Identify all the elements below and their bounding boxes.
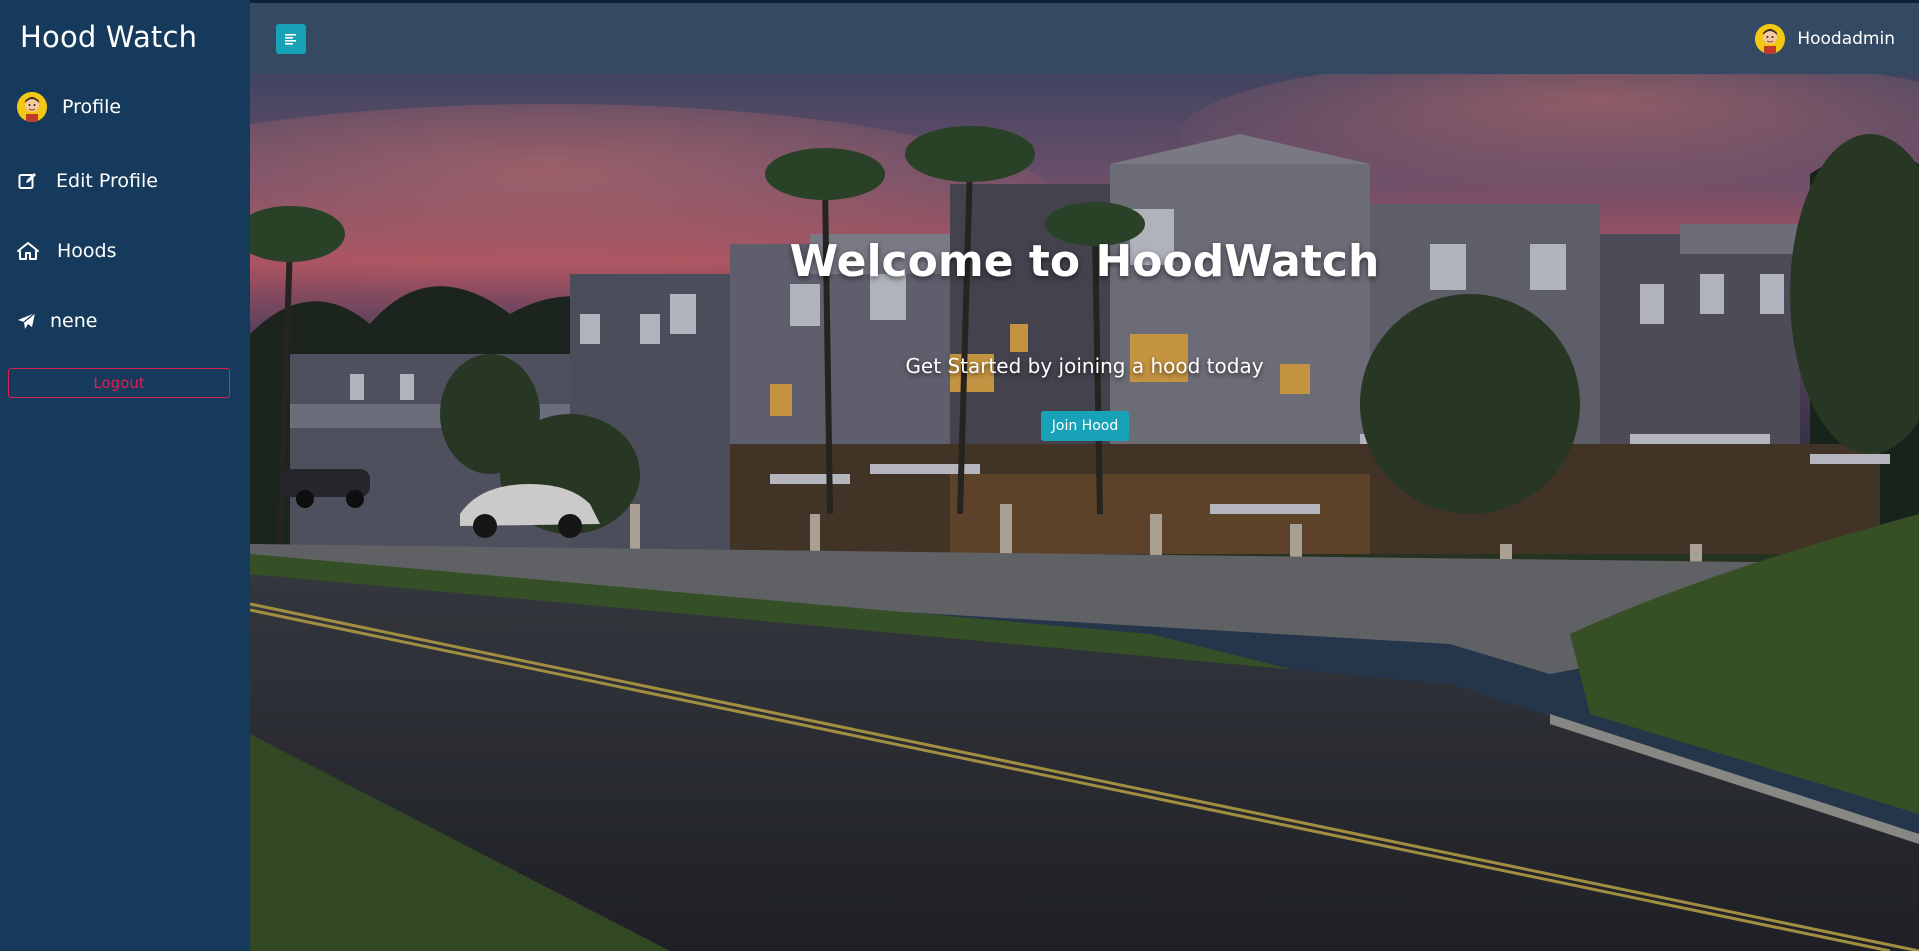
sidebar-toggle-button[interactable]: [276, 24, 306, 54]
logout-button[interactable]: Logout: [8, 368, 230, 398]
user-avatar: [1755, 24, 1786, 54]
hero-title: Welcome to HoodWatch: [789, 236, 1380, 287]
home-icon: [17, 242, 39, 260]
sidebar-item-hoods[interactable]: Hoods: [0, 227, 250, 275]
hero-subtitle: Get Started by joining a hood today: [905, 354, 1264, 378]
sidebar: Hood Watch Profile Edit Profile Hoods ne…: [0, 0, 250, 951]
sidebar-item-profile[interactable]: Profile: [0, 83, 250, 131]
brand-title: Hood Watch: [20, 20, 198, 54]
edit-icon: [18, 171, 38, 191]
sidebar-item-nene[interactable]: nene: [0, 297, 250, 345]
user-menu[interactable]: Hoodadmin: [1755, 24, 1895, 54]
menu-lines-icon: [284, 30, 298, 49]
sidebar-item-label: Profile: [62, 96, 122, 118]
username-label: Hoodadmin: [1797, 29, 1895, 49]
profile-avatar: [17, 92, 47, 122]
hero-section: Welcome to HoodWatch Get Started by join…: [250, 74, 1919, 951]
hero-background-image: [250, 74, 1919, 951]
sidebar-item-label: nene: [50, 310, 98, 332]
join-hood-button[interactable]: Join Hood: [1041, 411, 1129, 441]
sidebar-item-edit-profile[interactable]: Edit Profile: [0, 157, 250, 205]
top-navbar: Hoodadmin: [250, 0, 1919, 74]
sidebar-item-label: Edit Profile: [56, 170, 158, 192]
sidebar-item-label: Hoods: [57, 240, 117, 262]
paper-plane-icon: [17, 312, 36, 330]
